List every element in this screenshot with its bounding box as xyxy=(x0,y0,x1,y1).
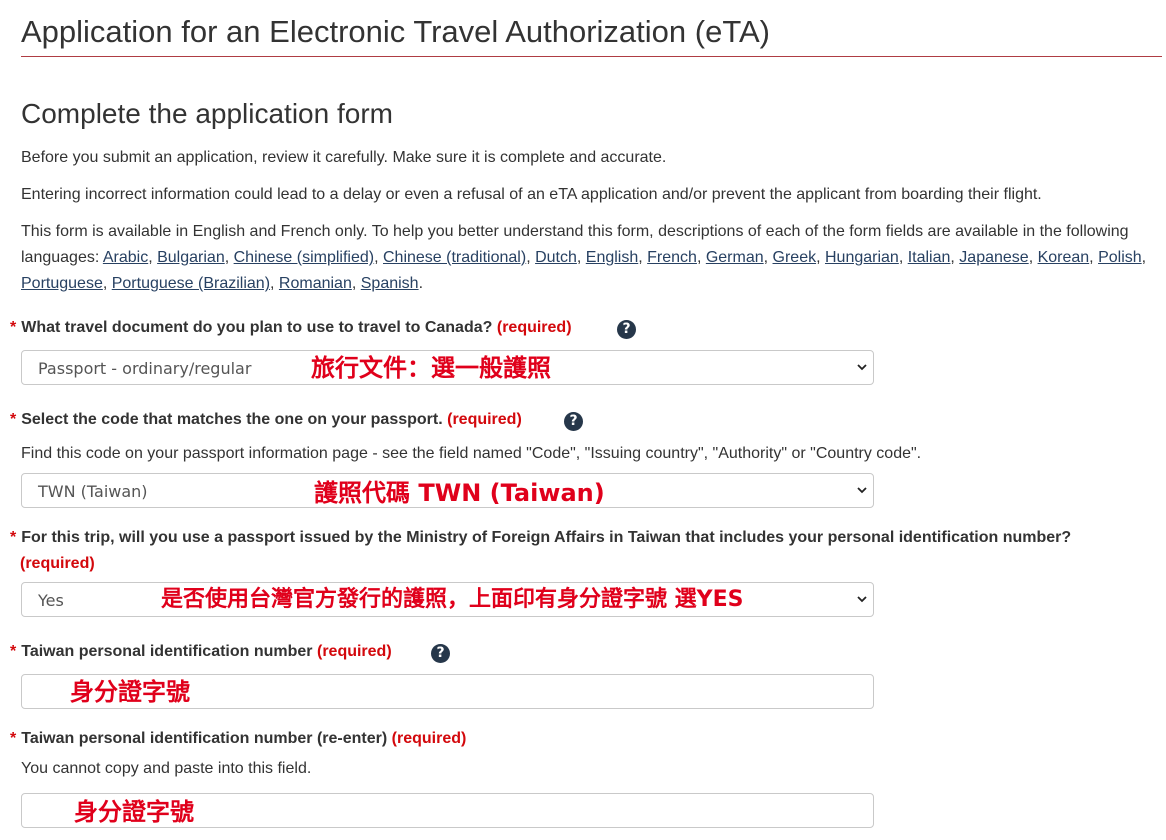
language-link[interactable]: Korean xyxy=(1038,249,1090,266)
title-divider xyxy=(21,56,1162,57)
taiwan-id-reenter-label: * Taiwan personal identification number (… xyxy=(10,726,466,752)
language-link[interactable]: Hungarian xyxy=(825,249,899,266)
required-marker: (required) xyxy=(447,411,522,428)
question-circle-icon[interactable]: ? xyxy=(617,320,636,339)
taiwan-passport-label: * For this trip, will you use a passport … xyxy=(10,525,1150,577)
annotation-taiwan-passport: 是否使用台灣官方發行的護照，上面印有身分證字號 選YES xyxy=(161,587,744,612)
section-title: Complete the application form xyxy=(21,98,393,129)
question-circle-icon[interactable]: ? xyxy=(431,644,450,663)
required-marker: (required) xyxy=(20,555,95,572)
language-link[interactable]: Chinese (traditional) xyxy=(383,249,526,266)
chevron-down-icon xyxy=(857,364,867,371)
language-link[interactable]: Arabic xyxy=(103,249,148,266)
passport-code-label-text: Select the code that matches the one on … xyxy=(21,411,443,428)
passport-code-value: TWN (Taiwan) xyxy=(38,482,148,501)
language-links: Arabic, Bulgarian, Chinese (simplified),… xyxy=(21,249,1147,292)
language-link[interactable]: Japanese xyxy=(959,249,1028,266)
travel-document-value: Passport - ordinary/regular xyxy=(38,359,252,378)
passport-code-label: * Select the code that matches the one on… xyxy=(10,407,522,433)
required-star: * xyxy=(10,411,17,428)
language-link[interactable]: Dutch xyxy=(535,249,577,266)
required-marker: (required) xyxy=(496,319,572,336)
language-link[interactable]: German xyxy=(706,249,764,266)
annotation-passport-code: 護照代碼 TWN (Taiwan) xyxy=(314,479,605,507)
annotation-travel-document: 旅行文件：選一般護照 xyxy=(311,354,551,382)
required-star: * xyxy=(10,643,17,660)
required-star: * xyxy=(10,730,17,747)
taiwan-id-reenter-label-text: Taiwan personal identification number (r… xyxy=(21,730,388,747)
passport-code-hint: Find this code on your passport informat… xyxy=(21,445,922,462)
languages-paragraph: This form is available in English and Fr… xyxy=(21,223,1147,292)
language-link[interactable]: Italian xyxy=(908,249,951,266)
language-link[interactable]: French xyxy=(647,249,697,266)
intro-paragraph-review: Before you submit an application, review… xyxy=(21,149,667,166)
annotation-taiwan-id: 身分證字號 xyxy=(70,678,190,706)
chevron-down-icon xyxy=(857,487,867,494)
language-link[interactable]: Portuguese (Brazilian) xyxy=(112,275,270,292)
travel-document-label: * What travel document do you plan to use… xyxy=(10,315,572,341)
taiwan-id-label: * Taiwan personal identification number (… xyxy=(10,639,392,665)
language-link[interactable]: Bulgarian xyxy=(157,249,225,266)
language-link[interactable]: Polish xyxy=(1098,249,1142,266)
language-link[interactable]: English xyxy=(586,249,638,266)
required-star: * xyxy=(10,319,17,336)
page-title: Application for an Electronic Travel Aut… xyxy=(21,14,770,49)
taiwan-id-label-text: Taiwan personal identification number xyxy=(21,643,313,660)
taiwan-passport-label-text: For this trip, will you use a passport i… xyxy=(21,529,1072,546)
question-circle-icon[interactable]: ? xyxy=(564,412,583,431)
taiwan-passport-value: Yes xyxy=(38,591,64,610)
language-link[interactable]: Spanish xyxy=(361,275,419,292)
taiwan-id-reenter-hint: You cannot copy and paste into this fiel… xyxy=(21,760,312,777)
intro-paragraph-warning: Entering incorrect information could lea… xyxy=(21,186,1042,203)
language-link[interactable]: Portuguese xyxy=(21,275,103,292)
required-star: * xyxy=(10,529,17,546)
language-link[interactable]: Chinese (simplified) xyxy=(234,249,375,266)
annotation-taiwan-id-reenter: 身分證字號 xyxy=(74,798,194,826)
required-marker: (required) xyxy=(316,643,392,660)
travel-document-label-text: What travel document do you plan to use … xyxy=(21,319,493,336)
language-link[interactable]: Romanian xyxy=(279,275,352,292)
language-link[interactable]: Greek xyxy=(773,249,817,266)
required-marker: (required) xyxy=(391,730,467,747)
chevron-down-icon xyxy=(857,596,867,603)
